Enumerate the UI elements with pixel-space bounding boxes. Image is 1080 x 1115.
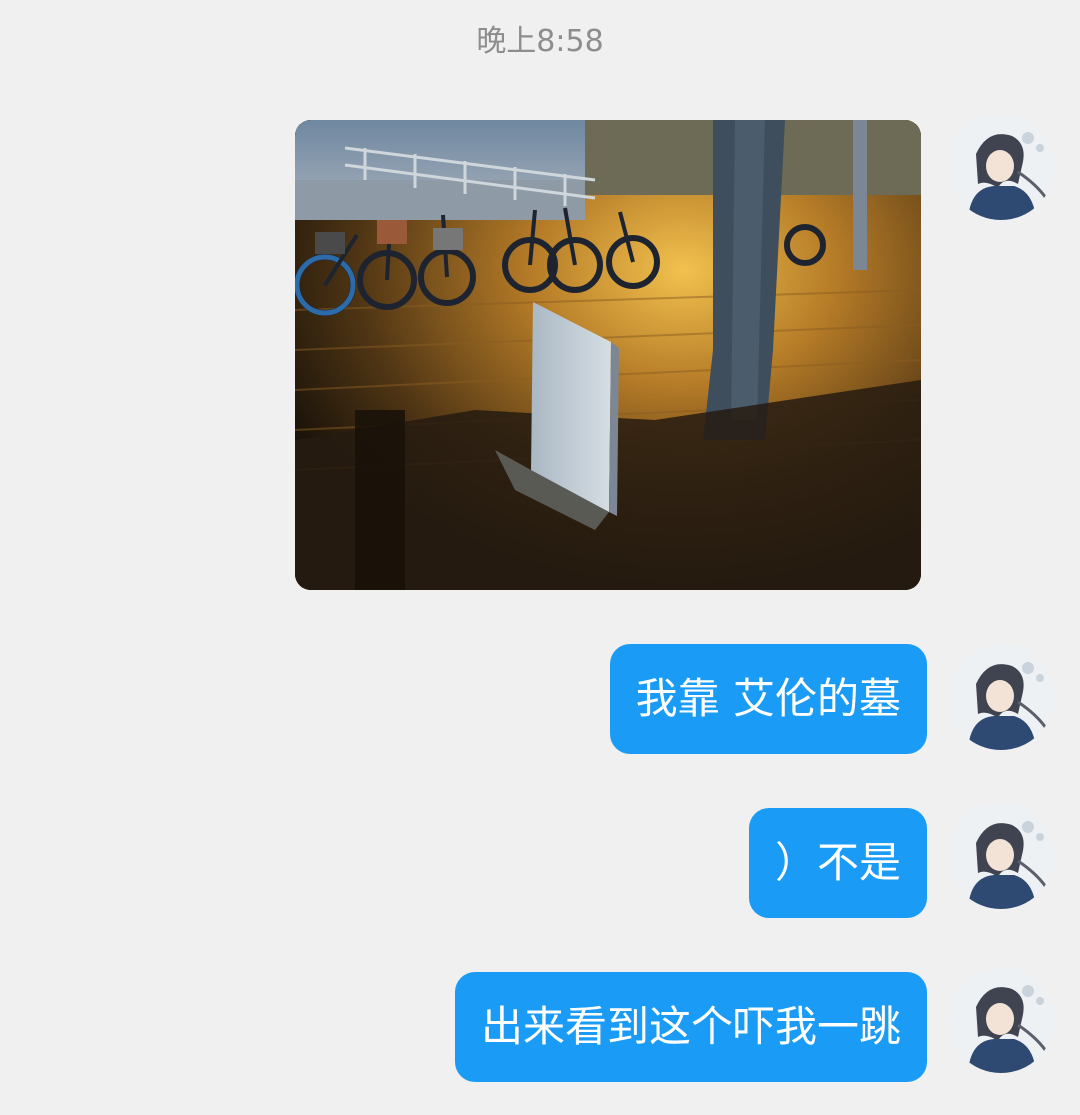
- message-bubble[interactable]: 出来看到这个吓我一跳: [454, 972, 927, 1082]
- timestamp: 晚上8:58: [476, 24, 604, 59]
- message-text: ）不是: [774, 838, 901, 887]
- avatar-anime-girl-icon: [948, 803, 1054, 909]
- avatar[interactable]: [948, 644, 1054, 750]
- message-bubble[interactable]: ）不是: [748, 808, 927, 918]
- avatar-anime-girl-icon: [948, 967, 1054, 1073]
- message-bubble[interactable]: 我靠 艾伦的墓: [609, 644, 927, 754]
- avatar[interactable]: [948, 803, 1054, 909]
- photo-night-tombstone-icon: [295, 120, 921, 590]
- avatar-anime-girl-icon: [948, 114, 1054, 220]
- message-text: 出来看到这个吓我一跳: [480, 1002, 901, 1051]
- message-text: 我靠 艾伦的墓: [635, 674, 901, 723]
- avatar[interactable]: [948, 114, 1054, 220]
- message-image[interactable]: [295, 120, 921, 590]
- avatar-anime-girl-icon: [948, 644, 1054, 750]
- avatar[interactable]: [948, 967, 1054, 1073]
